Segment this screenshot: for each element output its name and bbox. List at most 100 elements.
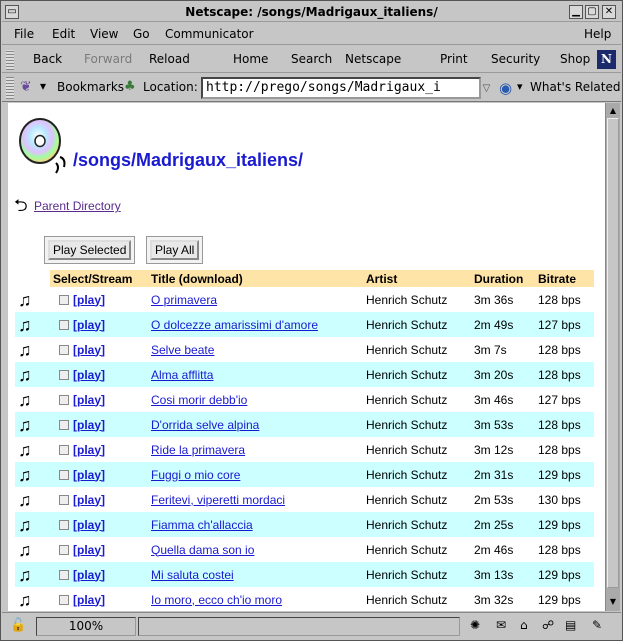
song-title-link[interactable]: Cosi morir debb'io [151,393,247,407]
progress-percent: 100% [36,617,136,636]
select-checkbox[interactable] [59,395,69,406]
address-book-icon[interactable]: ▤ [565,618,576,632]
table-row: ♫ [play] Io moro, ecco ch'io moro Henrich S… [15,587,594,611]
scroll-down-arrow-icon[interactable]: ▼ [607,595,619,608]
menu-file[interactable]: File [14,27,34,41]
select-checkbox[interactable] [59,320,69,331]
select-checkbox[interactable] [59,295,69,306]
table-cell: Mi saluta costei [148,562,363,587]
maximize-icon[interactable]: ▢ [585,5,599,19]
song-title-link[interactable]: Fiamma ch'allaccia [151,518,253,532]
menu-edit[interactable]: Edit [52,27,75,41]
song-title-link[interactable]: Ride la primavera [151,443,245,457]
table-cell: [play] [50,387,148,412]
song-title-link[interactable]: O primavera [151,293,217,307]
select-checkbox[interactable] [59,445,69,456]
reload-button[interactable]: Reload [149,52,190,66]
song-bitrate: 128 bps [538,442,581,457]
location-url-field[interactable]: http://prego/songs/Madrigaux_i [201,77,481,99]
security-button[interactable]: Security [491,52,540,66]
whats-related-icon[interactable]: ◉ [499,79,512,97]
play-link[interactable]: [play] [73,293,105,307]
menu-help[interactable]: Help [584,27,611,41]
toolbar-grip[interactable] [6,50,14,70]
home-button[interactable]: Home [233,52,268,66]
song-artist: Henrich Schutz [366,342,448,357]
play-link[interactable]: [play] [73,368,105,382]
location-page-icon[interactable]: ♣ [124,79,136,94]
song-duration: 3m 53s [471,412,535,437]
select-checkbox[interactable] [59,595,69,606]
select-checkbox[interactable] [59,470,69,481]
menu-communicator[interactable]: Communicator [165,27,254,41]
print-button[interactable]: Print [440,52,468,66]
navigator-icon[interactable]: ✺ [470,618,480,632]
play-link[interactable]: [play] [73,443,105,457]
bookmarks-icon[interactable]: ❦ [20,79,32,95]
song-title-link[interactable]: Selve beate [151,343,214,357]
col-artist: Artist [363,270,471,287]
play-selected-button[interactable]: Play Selected [48,240,132,260]
netscape-button[interactable]: Netscape [345,52,401,66]
parent-directory-link[interactable]: Parent Directory [34,199,121,213]
select-checkbox[interactable] [59,570,69,581]
discussions-icon[interactable]: ⌂ [520,618,528,632]
composer-icon[interactable]: ✎ [592,618,602,632]
url-dropdown-icon[interactable]: ▽ [480,80,493,97]
play-link[interactable]: [play] [73,318,105,332]
table-cell: Feritevi, viperetti mordaci [148,487,363,512]
select-checkbox[interactable] [59,345,69,356]
song-title-link[interactable]: O dolcezze amarissimi d'amore [151,318,318,332]
song-title-link[interactable]: Io moro, ecco ch'io moro [151,593,282,607]
news-icon[interactable]: ☍ [542,618,554,632]
table-cell: [play] [50,562,148,587]
table-cell: ♫ [15,587,50,611]
play-link[interactable]: [play] [73,418,105,432]
play-link[interactable]: [play] [73,518,105,532]
select-checkbox[interactable] [59,520,69,531]
select-checkbox[interactable] [59,495,69,506]
minimize-icon[interactable]: ▁ [569,5,583,19]
song-artist: Henrich Schutz [363,562,471,587]
bookmarks-dropdown-arrow: ▾ [40,79,47,93]
menu-go[interactable]: Go [133,27,150,41]
song-bitrate: 129 bps [535,512,594,537]
vertical-scrollbar[interactable]: ▲ ▼ [605,103,620,611]
security-lock-icon[interactable]: 🔓 [10,618,26,633]
scrollbar-thumb[interactable] [607,118,619,588]
cd-icon [19,118,66,174]
forward-button[interactable]: Forward [84,52,132,66]
close-icon[interactable]: ✕ [602,5,616,19]
play-link[interactable]: [play] [73,593,105,607]
scroll-up-arrow-icon[interactable]: ▲ [607,104,619,117]
play-link[interactable]: [play] [73,468,105,482]
table-row: ♫ [play] O primavera Henrich Schutz 3m 36s 12… [15,287,594,312]
song-title-link[interactable]: Alma afflitta [151,368,213,382]
song-title-link[interactable]: Mi saluta costei [151,568,234,582]
menu-view[interactable]: View [90,27,118,41]
bookmarks-button[interactable]: Bookmarks [57,80,124,94]
table-row: ♫ [play] Quella dama son io Henrich Schutz 2… [15,537,594,562]
play-link[interactable]: [play] [73,543,105,557]
parent-directory-icon[interactable]: ⮌ [14,193,28,222]
toolbar-grip[interactable] [6,77,14,99]
play-link[interactable]: [play] [73,343,105,357]
play-all-button[interactable]: Play All [150,240,200,260]
select-checkbox[interactable] [59,370,69,381]
song-title-link[interactable]: Quella dama son io [151,543,254,557]
song-title-link[interactable]: Feritevi, viperetti mordaci [151,493,285,507]
select-checkbox[interactable] [59,545,69,556]
song-artist: Henrich Schutz [363,412,471,437]
song-title-link[interactable]: Fuggi o mio core [151,468,240,482]
song-title-link[interactable]: D'orrida selve alpina [151,418,259,432]
mail-icon[interactable]: ✉ [496,618,506,632]
play-link[interactable]: [play] [73,568,105,582]
back-button[interactable]: Back [33,52,62,66]
shop-button[interactable]: Shop [560,52,590,66]
song-artist: Henrich Schutz [366,292,448,307]
play-link[interactable]: [play] [73,493,105,507]
play-link[interactable]: [play] [73,393,105,407]
whats-related-button[interactable]: What's Related [530,80,620,94]
search-button[interactable]: Search [291,52,332,66]
select-checkbox[interactable] [59,420,69,431]
